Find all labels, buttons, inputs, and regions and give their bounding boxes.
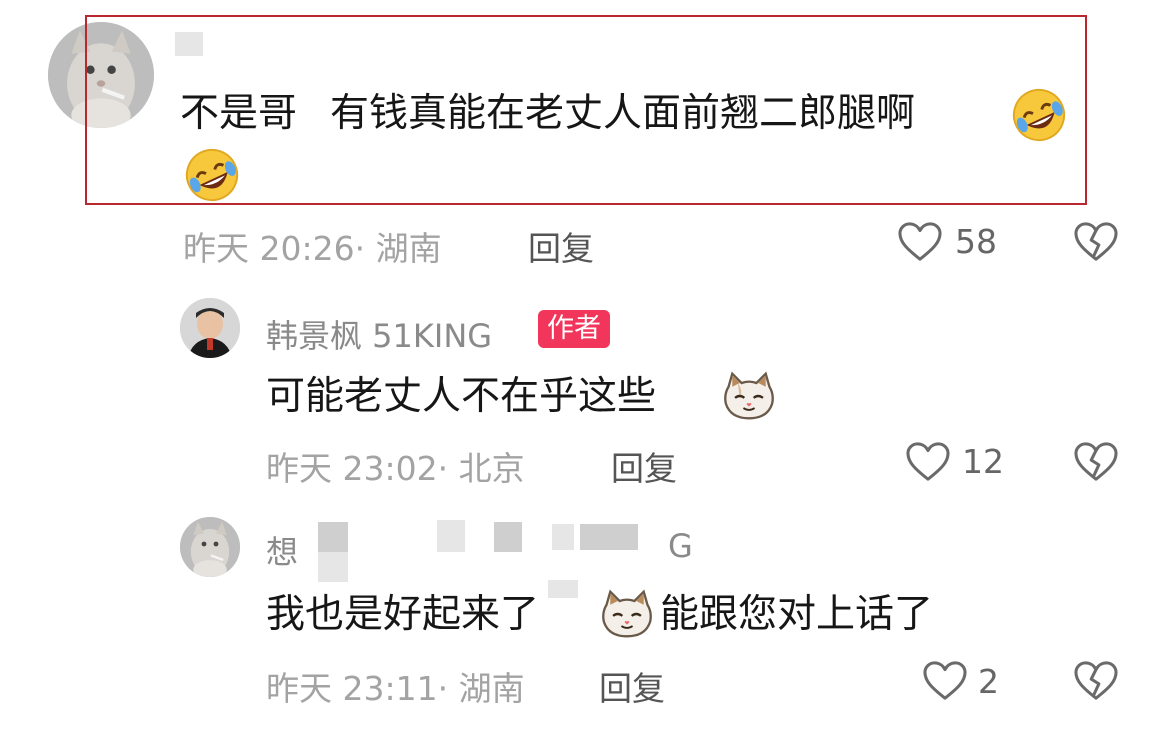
heart-icon[interactable]: [897, 221, 943, 263]
username[interactable]: 韩景枫 51KING: [266, 311, 492, 357]
comment-text: 能跟您对上话了: [660, 592, 934, 637]
redacted-username: [318, 552, 348, 582]
cat-emoji-icon: [602, 589, 652, 638]
rofl-emoji-icon: [185, 148, 239, 202]
comment-meta: 昨天 20:26· 湖南: [183, 229, 442, 268]
heart-icon[interactable]: [922, 660, 968, 702]
avatar[interactable]: [180, 517, 240, 577]
cat-avatar-icon: [180, 517, 240, 577]
comment-text: 我也是好起来了: [266, 592, 540, 637]
like-count: 2: [978, 662, 999, 701]
author-badge: 作者: [538, 310, 610, 348]
avatar[interactable]: [180, 298, 240, 358]
dislike-icon[interactable]: [1073, 221, 1119, 263]
redacted-username: [318, 522, 348, 552]
redacted-username: [548, 580, 578, 598]
comment-meta: 昨天 23:11· 湖南: [266, 669, 525, 708]
comment-text: 不是哥: [180, 91, 298, 136]
username[interactable]: 想: [266, 527, 298, 573]
redacted-username: [580, 524, 638, 550]
reply-button[interactable]: 回复: [611, 442, 677, 490]
comment-text: 有钱真能在老丈人面前翘二郎腿啊: [330, 91, 916, 136]
dislike-icon[interactable]: [1073, 441, 1119, 483]
comment-text: 可能老丈人不在乎这些: [266, 374, 657, 419]
reply-button[interactable]: 回复: [599, 662, 665, 710]
redacted-username: [494, 522, 522, 552]
person-avatar-icon: [180, 298, 240, 358]
like-count: 12: [962, 442, 1004, 481]
redacted-username: [552, 524, 574, 550]
redacted-username: [437, 520, 465, 552]
cat-emoji-icon: [724, 371, 774, 420]
like-count: 58: [955, 222, 997, 261]
reply-button[interactable]: 回复: [528, 222, 594, 270]
rofl-emoji-icon: [1012, 88, 1066, 142]
heart-icon[interactable]: [905, 441, 951, 483]
username[interactable]: G: [668, 527, 693, 565]
comment-meta: 昨天 23:02· 北京: [266, 449, 525, 488]
dislike-icon[interactable]: [1073, 660, 1119, 702]
